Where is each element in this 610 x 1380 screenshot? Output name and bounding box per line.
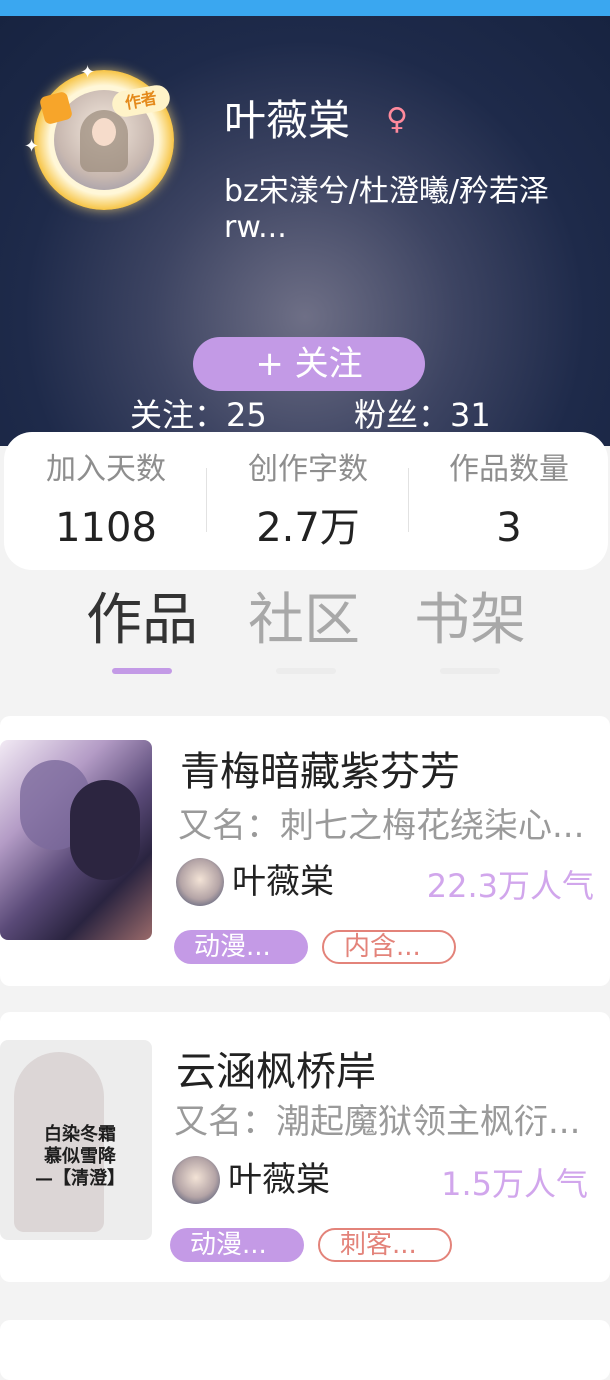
genre-tag[interactable]: 动漫... [170,1228,304,1262]
stat-label: 作品数量 [449,452,569,487]
genre-tag[interactable]: 内含... [322,930,456,964]
cover-line: 白染冬霜 [44,1124,116,1145]
divider [206,468,207,532]
work-title[interactable]: 云涵枫桥岸 [176,1046,506,1094]
stat-works-count: 作品数量 3 [409,450,609,556]
follow-button[interactable]: + 关注 [193,337,425,391]
work-alias: 又名：潮起魔狱领主枫衍... [174,1102,581,1142]
stat-value: 3 [496,505,522,551]
author-name: 叶薇棠 [224,96,351,145]
avatar-face [92,118,116,146]
tab-active-indicator [112,668,172,674]
status-bar [0,0,610,16]
tab-community[interactable]: 社区 [248,586,360,656]
work-popularity: 22.3万人气 [426,867,594,905]
stat-label: 加入天数 [46,452,166,487]
tab-bookshelf[interactable]: 书架 [414,586,526,656]
work-card[interactable]: 青梅暗藏紫芬芳 又名：刺七之梅花绕柒心... 叶薇棠 22.3万人气 动漫...… [0,716,610,986]
work-author: 叶薇棠 [228,1160,330,1200]
work-card[interactable]: 白染冬霜 慕似雪降 —【清澄】 云涵枫桥岸 又名：潮起魔狱领主枫衍... 叶薇棠… [0,1012,610,1282]
work-author: 叶薇棠 [232,862,334,902]
cover-figure [70,780,140,880]
stat-value: 1108 [55,505,157,551]
tab-bar: 作品 社区 书架 [0,580,610,690]
author-avatar-small [172,1156,220,1204]
stat-join-days: 加入天数 1108 [6,450,206,556]
tab-indicator [440,668,500,674]
work-popularity: 1.5万人气 [441,1165,588,1203]
stat-word-count: 创作字数 2.7万 [208,450,408,556]
work-alias: 又名：刺七之梅花绕柒心... [178,806,585,846]
tab-works[interactable]: 作品 [86,586,198,656]
work-card-partial[interactable] [0,1320,610,1380]
cover-line: —【清澄】 [35,1168,125,1189]
author-avatar[interactable]: 作者 ✦ ✦ [24,62,178,214]
following-count[interactable]: 关注：25 [130,390,267,436]
work-title[interactable]: 青梅暗藏紫芬芳 [180,746,510,794]
stat-label: 创作字数 [248,452,368,487]
followers-count[interactable]: 粉丝：31 [354,390,491,436]
stat-value: 2.7万 [256,505,360,551]
stats-panel: 加入天数 1108 创作字数 2.7万 作品数量 3 [4,432,608,570]
sparkle-icon: ✦ [24,136,40,157]
tab-indicator [276,668,336,674]
author-bio: bz宋漾兮/杜澄曦/矜若泽rw... [224,174,550,245]
sparkle-icon: ✦ [80,62,96,83]
genre-tag[interactable]: 动漫... [174,930,308,964]
work-cover[interactable]: 白染冬霜 慕似雪降 —【清澄】 [0,1040,152,1240]
female-icon: ♀ [386,102,408,137]
genre-tag[interactable]: 刺客... [318,1228,452,1262]
cover-text: 白染冬霜 慕似雪降 —【清澄】 [10,1124,150,1190]
cover-line: 慕似雪降 [44,1146,116,1167]
profile-header: 作者 ✦ ✦ 叶薇棠 ♀ bz宋漾兮/杜澄曦/矜若泽rw... + 关注 关注：… [0,16,610,446]
work-cover[interactable] [0,740,152,940]
author-avatar-small [176,858,224,906]
